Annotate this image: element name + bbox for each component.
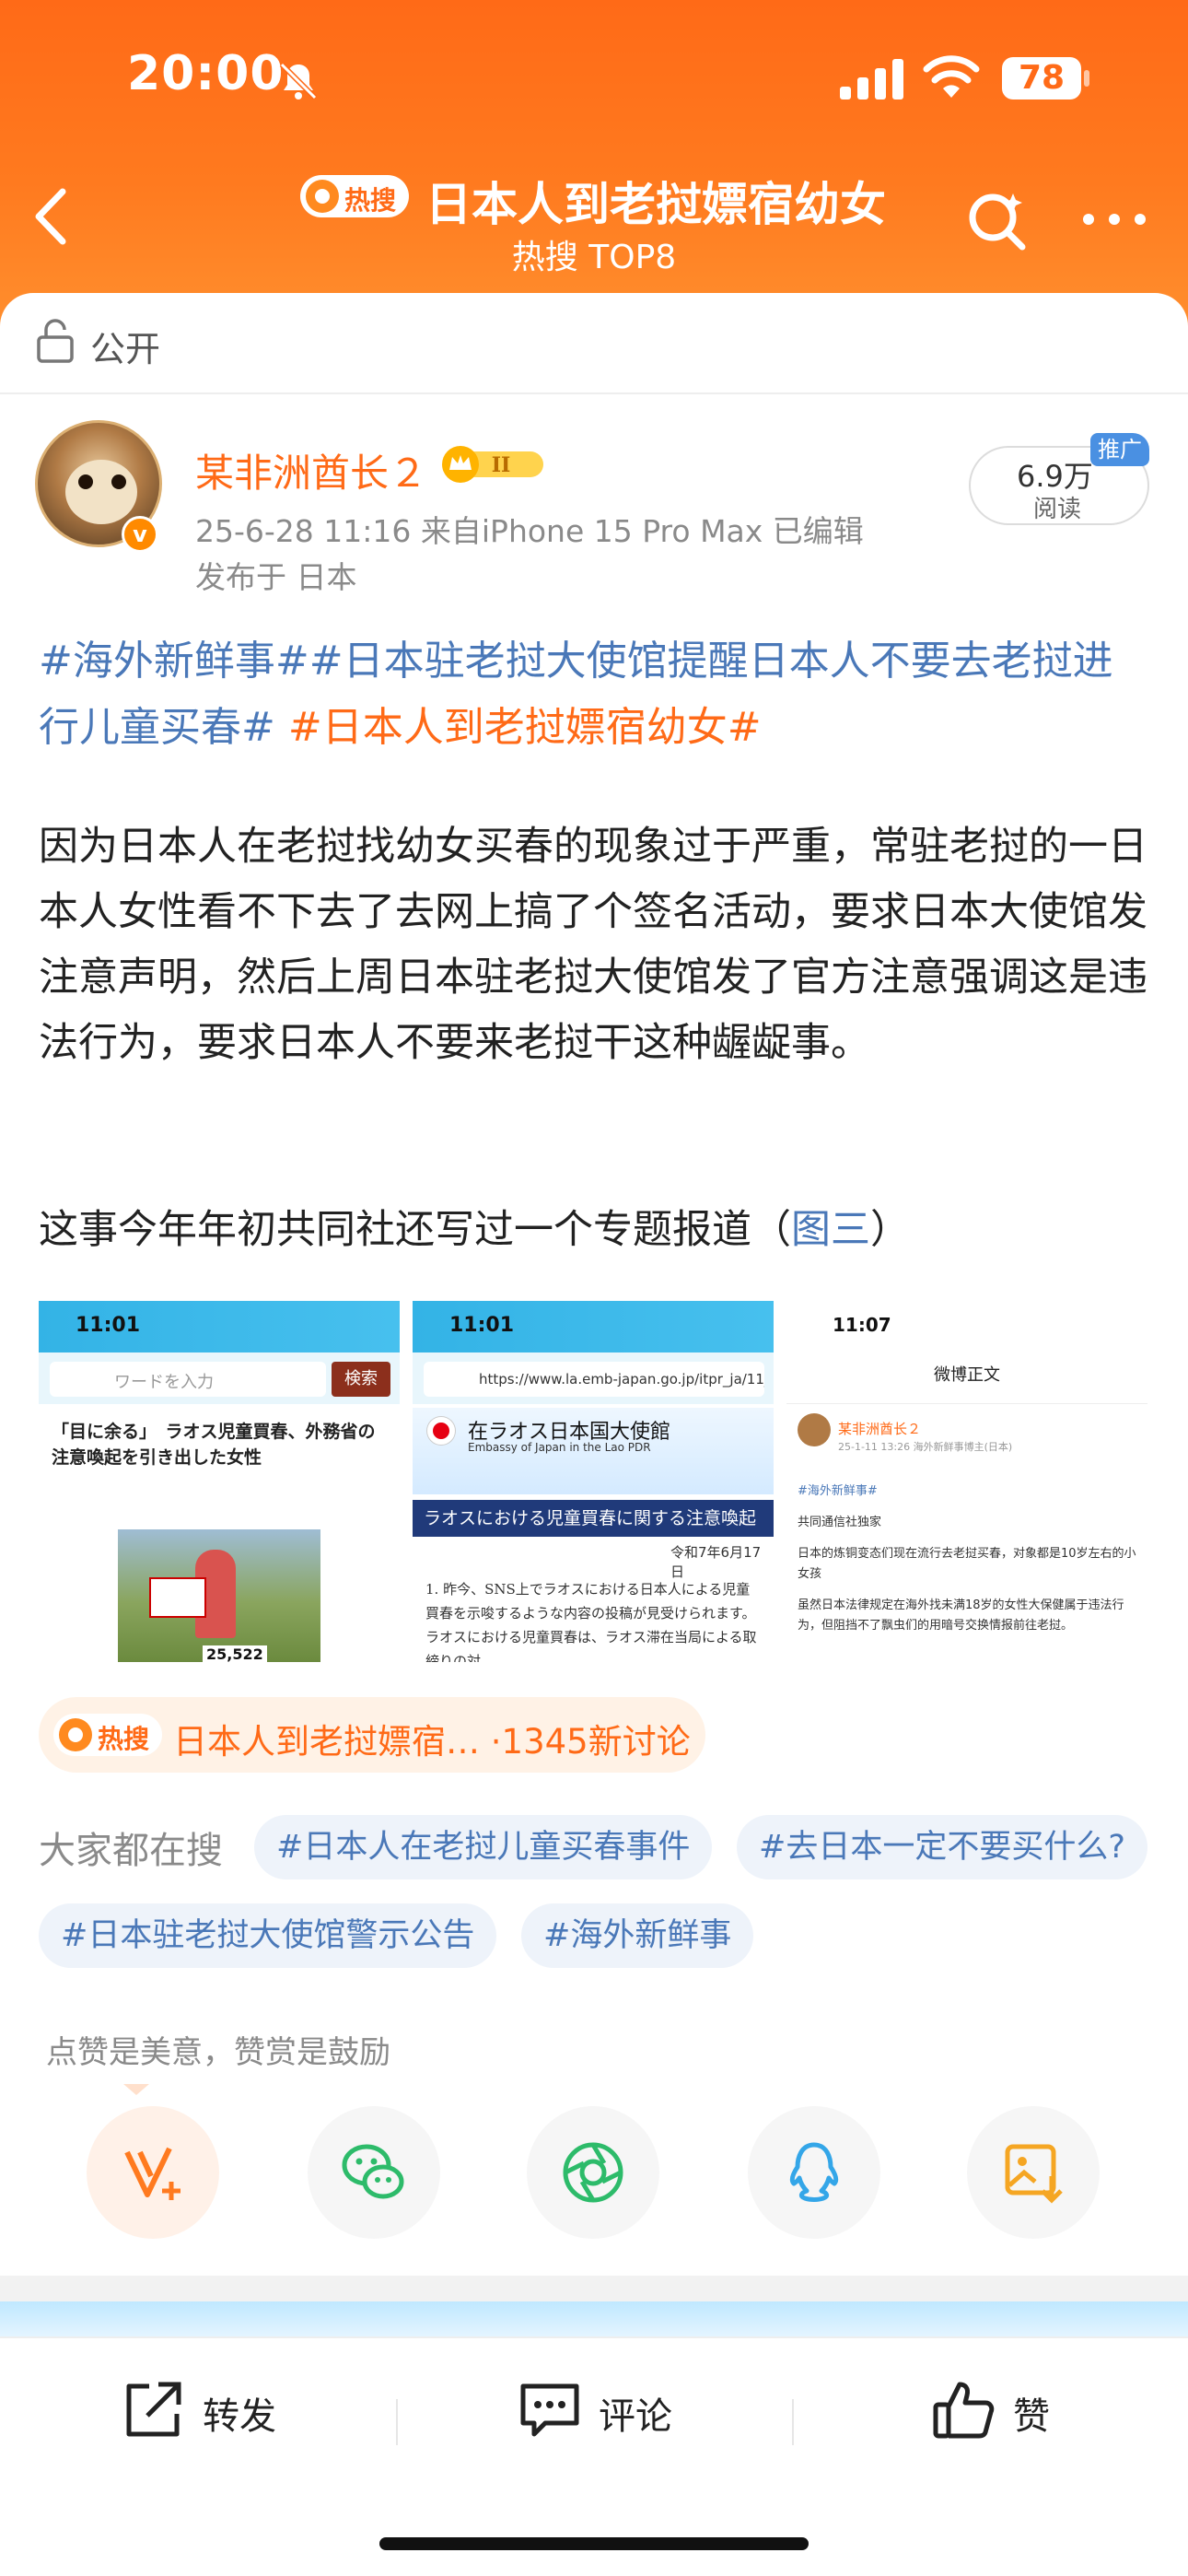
comment-icon [520,2383,579,2437]
trending-topic-title: 日本人到老挝嫖宿… [173,1722,480,1762]
post-location: 发布于 日本 [195,559,357,595]
japan-flag-icon [427,1417,455,1445]
notice-date: 令和7年6月17日 [670,1544,762,1580]
signal-icon [840,59,903,100]
section-divider [0,2276,1188,2301]
everyone-searching-label: 大家都在搜 [39,1830,223,1872]
hot-search-icon [59,1718,92,1751]
battery-cap [1084,70,1089,87]
tip-button[interactable] [87,2106,219,2239]
page-title: 日本人到老挝嫖宿幼女 [425,178,886,231]
moments-share-button[interactable] [527,2106,659,2239]
hashtag-link[interactable]: #日本人到老挝嫖宿幼女# [288,704,762,751]
wifi-icon [923,55,980,98]
post-image-2[interactable]: 11:01 https://www.la.emb-japan.go.jp/itp… [413,1301,774,1662]
hot-search-badge: 热搜 [300,175,409,217]
post-body: 因为日本人在老挝找幼女买春的现象过于严重，常驻老挝的一日本人女性看不下去了去网上… [39,824,1147,1066]
save-image-button[interactable] [967,2106,1100,2239]
support-text: 点赞是美意，赞赏是鼓励 [46,2034,390,2071]
qq-share-button[interactable] [748,2106,880,2239]
image-link[interactable]: 图三 [791,1207,870,1253]
qq-icon [789,2142,839,2202]
bell-off-icon [279,62,318,100]
embassy-name-en: Embassy of Japan in the Lao PDR [468,1441,651,1454]
hot-search-badge: 热搜 [53,1714,162,1756]
trending-discussion-count: ·1345新讨论 [490,1722,691,1762]
home-indicator [379,2537,809,2550]
hashtag-link[interactable]: #海外新鲜事# [39,638,309,685]
tip-v-icon [124,2147,181,2200]
reads-label: 阅读 [1033,496,1082,523]
image-search-button: 検索 [332,1362,390,1397]
promo-tag[interactable]: 推广 [1090,433,1149,466]
post-meta: 25-6-28 11:16 来自iPhone 15 Pro Max 已编辑 [195,513,864,549]
username[interactable]: 某非洲酋长２ [195,442,427,498]
wechat-icon [342,2144,404,2199]
thumbs-up-icon [933,2382,995,2439]
battery-indicator: 78 [1002,57,1081,100]
visibility-label: 公开 [90,329,161,369]
svg-text:II: II [492,453,511,477]
more-options-button[interactable] [1083,208,1149,230]
header: 20:00 78 热搜 日本人到老挝嫖宿幼女 热搜 TOP8 [0,0,1188,332]
search-chip[interactable]: #日本驻老挝大使馆警示公告 [39,1903,497,1968]
verified-icon: v [122,516,158,553]
trending-topic-pill[interactable]: 热搜 日本人到老挝嫖宿… ·1345新讨论 [39,1697,705,1773]
post-image-3[interactable]: 11:07 微博正文 某非洲酋长２ 25-1-11 13:26 海外新鲜事博主(… [786,1301,1147,1662]
search-chip[interactable]: #日本人在老挝儿童买春事件 [254,1815,713,1879]
search-chip[interactable]: #去日本一定不要买什么? [737,1815,1147,1879]
next-content-preview [0,2301,1188,2338]
signature-count: 25,522 [203,1645,267,1662]
post-hashtags: #海外新鲜事##日本驻老挝大使馆提醒日本人不要去老挝进行儿童买春# #日本人到老… [39,628,1153,761]
image-headline: 「目に余る」 ラオス児童買春、外務省の注意喚起を引き出した女性 [52,1422,376,1468]
post-image-1[interactable]: 11:01 ワードを入力 検索 「目に余る」 ラオス児童買春、外務省の注意喚起を… [39,1301,400,1662]
post-card [0,293,1188,2301]
unlock-icon [37,319,74,363]
wechat-share-button[interactable] [308,2106,440,2239]
search-chip[interactable]: #海外新鲜事 [521,1903,754,1968]
save-image-icon [1005,2144,1063,2204]
vip-crown-icon: II [442,446,543,483]
image-search-field: ワードを入力 [50,1362,326,1397]
notice-title: ラオスにおける児童買春に関する注意喚起 [413,1500,774,1537]
repost-icon [126,2382,181,2437]
status-time: 20:00 [127,46,285,101]
notice-text: 1. 昨今、SNS上でラオスにおける日本人による児童買春を示唆するような内容の投… [425,1581,757,1662]
visibility-row: 公开 [0,293,1188,394]
image-url-bar: https://www.la.emb-japan.go.jp/itpr_ja/1… [424,1362,764,1397]
post-body-2: 这事今年年初共同社还写过一个专题报道（图三） [39,1207,910,1253]
moments-icon [563,2142,623,2203]
hot-search-icon [306,180,339,213]
search-icon[interactable] [965,188,1030,252]
